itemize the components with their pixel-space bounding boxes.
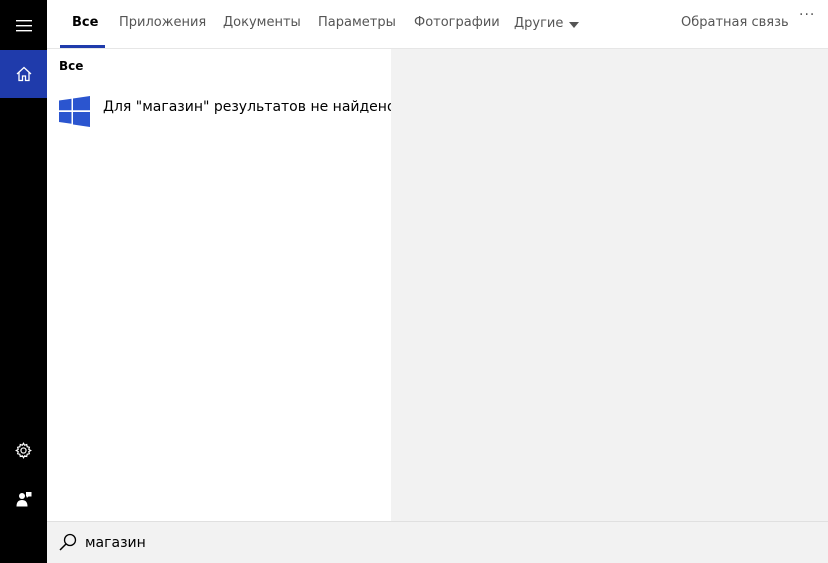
search-icon (59, 533, 77, 551)
tab-photos[interactable]: Фотографии (414, 0, 500, 48)
windows-logo-icon (59, 96, 90, 127)
more-options-button[interactable]: ··· (799, 8, 821, 31)
navigation-rail (0, 0, 47, 563)
search-scope-tabs: Все Приложения Документы Параметры Фотог… (47, 0, 828, 49)
results-pane: Все Для "магазин" результатов не найдено (47, 49, 396, 521)
search-input[interactable] (85, 530, 785, 556)
tab-apps[interactable]: Приложения (119, 0, 206, 48)
home-icon (16, 66, 31, 82)
hamburger-menu-button[interactable] (0, 2, 47, 49)
tab-other-label: Другие (514, 16, 564, 31)
tab-all[interactable]: Все (72, 0, 98, 48)
feedback-link[interactable]: Обратная связь (681, 0, 789, 48)
gear-icon (15, 442, 32, 459)
chevron-down-icon (569, 22, 580, 28)
no-results-message: Для "магазин" результатов не найдено (103, 99, 396, 115)
hamburger-menu-icon (15, 19, 32, 31)
tab-settings[interactable]: Параметры (318, 0, 396, 48)
person-feedback-icon (16, 491, 31, 506)
results-section-title: Все (59, 59, 84, 73)
tab-other-dropdown[interactable]: Другие (514, 0, 580, 48)
preview-pane (391, 49, 828, 521)
settings-button[interactable] (0, 427, 47, 474)
home-button[interactable] (0, 50, 47, 98)
tab-documents[interactable]: Документы (223, 0, 301, 48)
active-tab-indicator (60, 45, 105, 48)
feedback-button[interactable] (0, 475, 47, 522)
search-bar (47, 521, 828, 563)
no-results-item: Для "магазин" результатов не найдено (47, 91, 396, 131)
